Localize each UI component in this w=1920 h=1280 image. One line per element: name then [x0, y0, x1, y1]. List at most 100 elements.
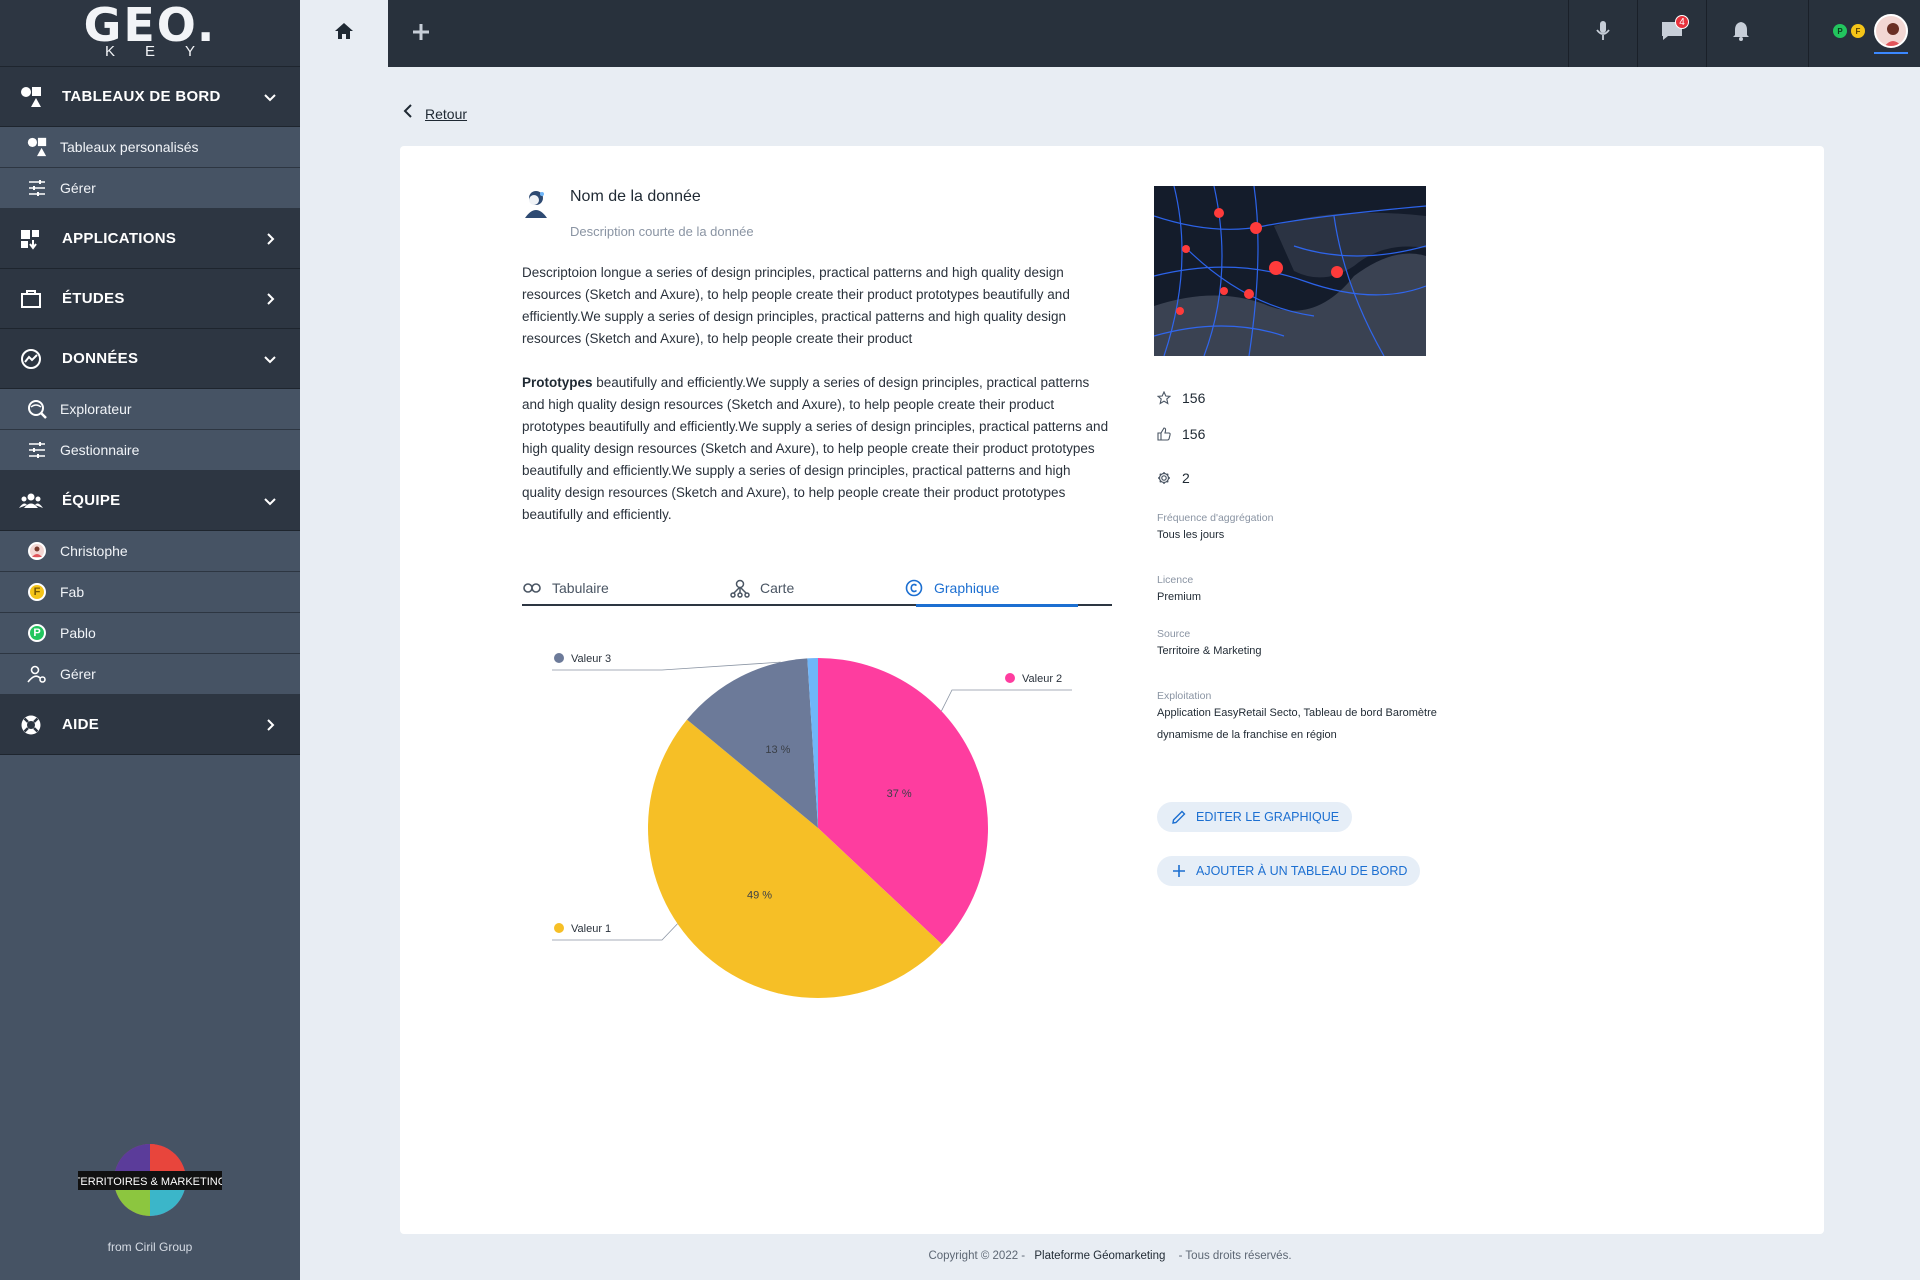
geokey-logo[interactable]: GEO. KEY: [0, 0, 300, 67]
sidebar-section-applications[interactable]: APPLICATIONS: [0, 209, 300, 269]
section-label: TABLEAUX DE BORD: [62, 88, 221, 105]
dataset-title: Nom de la donnée: [570, 188, 701, 205]
sidebar-item-gerer-tableaux[interactable]: Gérer: [0, 168, 300, 209]
microphone-button[interactable]: [1568, 0, 1637, 67]
presence-pablo[interactable]: P: [1833, 24, 1847, 38]
shapes-icon: [18, 84, 44, 110]
favorites-count: 156: [1182, 390, 1206, 406]
sidebar-item-label: Christophe: [60, 543, 128, 559]
legend-dot: [554, 653, 564, 663]
footer-rights: - Tous droits réservés.: [1178, 1250, 1292, 1262]
lifebuoy-icon: [18, 712, 44, 738]
network-icon: [730, 578, 750, 598]
plus-icon: [411, 22, 431, 47]
footer-copyright: Copyright © 2022 -: [928, 1250, 1026, 1262]
sidebar-item-tableaux-personalises[interactable]: Tableaux personalisés: [0, 127, 300, 168]
meta-frequence-value: Tous les jours: [1157, 529, 1225, 541]
sidebar-item-pablo[interactable]: P Pablo: [0, 613, 300, 654]
sidebar-section-aide[interactable]: AIDE: [0, 695, 300, 755]
tab-carte[interactable]: Carte: [730, 570, 794, 606]
pie-slice-label: 49 %: [747, 889, 772, 901]
tab-label: Carte: [760, 580, 795, 596]
tab-tabulaire[interactable]: Tabulaire: [522, 570, 609, 606]
dataset-extra-description: Prototypes beautifully and efficiently.W…: [522, 372, 1112, 526]
edit-chart-button[interactable]: EDITER LE GRAPHIQUE: [1157, 802, 1353, 832]
legend-label: Valeur 3: [571, 653, 611, 665]
briefcase-icon: [18, 286, 44, 312]
pie-slice-label: 13 %: [765, 744, 790, 756]
sidebar-section-tableaux-de-bord[interactable]: TABLEAUX DE BORD: [0, 67, 300, 127]
meta-licence-label: Licence: [1157, 574, 1194, 586]
user-avatar[interactable]: [1874, 14, 1908, 48]
microphone-icon: [1595, 20, 1611, 47]
likes-stat[interactable]: 156: [1156, 426, 1205, 442]
pencil-icon: [1171, 809, 1187, 825]
back-link[interactable]: Retour: [403, 104, 467, 123]
bell-icon: [1732, 21, 1750, 46]
star-icon: [1156, 390, 1172, 406]
sidebar-item-label: Gérer: [60, 180, 96, 196]
globe-search-icon: [26, 398, 48, 420]
sidebar-section-equipe[interactable]: ÉQUIPE: [0, 471, 300, 531]
logo-main-text: GEO.: [83, 0, 217, 52]
map-thumbnail[interactable]: [1154, 186, 1426, 356]
chevron-left-icon: [403, 104, 413, 123]
footer: Copyright © 2022 - Plateforme Géomarketi…: [300, 1250, 1920, 1262]
sidebar-item-label: Gérer: [60, 666, 96, 682]
chevron-right-icon: [262, 717, 278, 733]
tab-label: Tabulaire: [552, 580, 609, 596]
thumbs-up-icon: [1156, 426, 1172, 442]
shapes-icon: [26, 136, 48, 158]
sidebar-item-gestionnaire[interactable]: Gestionnaire: [0, 430, 300, 471]
meta-source-label: Source: [1157, 628, 1191, 640]
sidebar-item-label: Fab: [60, 584, 85, 600]
presence-fab[interactable]: F: [1851, 24, 1865, 38]
top-bar: 4 P F: [300, 0, 1920, 67]
partner-logo-text: TERRITOIRES & MARKETING: [78, 1176, 222, 1188]
messages-badge: 4: [1675, 15, 1689, 29]
meta-licence-value: Premium: [1157, 591, 1202, 603]
tab-label: Graphique: [934, 580, 1000, 596]
add-button[interactable]: [405, 18, 437, 50]
home-icon: [334, 21, 354, 46]
notifications-button[interactable]: [1706, 0, 1775, 67]
add-to-dashboard-label: AJOUTER À UN TABLEAU DE BORD: [1196, 864, 1408, 878]
chevron-down-icon: [262, 351, 278, 367]
sidebar-item-fab[interactable]: F Fab: [0, 572, 300, 613]
add-to-dashboard-button[interactable]: AJOUTER À UN TABLEAU DE BORD: [1157, 856, 1421, 886]
plus-icon: [1171, 863, 1187, 879]
sidebar-section-etudes[interactable]: ÉTUDES: [0, 269, 300, 329]
tab-graphique[interactable]: Graphique: [904, 570, 999, 606]
legend-dot: [554, 923, 564, 933]
gear-icon: [1156, 470, 1172, 486]
sidebar-item-label: Gestionnaire: [60, 442, 140, 458]
presence-area: P F: [1808, 0, 1920, 67]
apps-puzzle-icon: [18, 226, 44, 252]
section-label: APPLICATIONS: [62, 230, 177, 247]
logo-sub-text: KEY: [104, 43, 225, 60]
likes-count: 156: [1182, 426, 1206, 442]
chevron-down-icon: [262, 89, 278, 105]
messages-button[interactable]: 4: [1637, 0, 1706, 67]
sidebar-item-label: Explorateur: [60, 401, 132, 417]
favorites-stat[interactable]: 156: [1156, 390, 1205, 406]
sidebar-section-donnees[interactable]: DONNÉES: [0, 329, 300, 389]
extra-text: beautifully and efficiently.We supply a …: [522, 375, 1109, 522]
footer-platform-link[interactable]: Plateforme Géomarketing: [1034, 1250, 1165, 1262]
legend-label: Valeur 2: [1022, 673, 1062, 685]
uses-stat: 2: [1156, 470, 1190, 486]
link-icon: [522, 578, 542, 598]
sidebar-item-label: Tableaux personalisés: [60, 139, 199, 155]
meta-frequence-label: Fréquence d'aggrégation: [1157, 512, 1274, 524]
pie-chart: 37 % 49 % 13 % Valeur 3 Valeur 2 Valeur 1: [552, 653, 1072, 998]
sidebar-item-gerer-equipe[interactable]: Gérer: [0, 654, 300, 695]
legend-dot: [1005, 673, 1015, 683]
active-user-indicator: [1874, 52, 1908, 54]
copyright-circle-icon: [904, 578, 924, 598]
home-button[interactable]: [300, 0, 388, 67]
back-label: Retour: [425, 105, 468, 122]
meta-exploitation-value: Application EasyRetail Secto, Tableau de…: [1157, 707, 1437, 741]
sidebar-item-christophe[interactable]: Christophe: [0, 531, 300, 572]
sidebar-item-explorateur[interactable]: Explorateur: [0, 389, 300, 430]
sliders-icon: [26, 177, 48, 199]
